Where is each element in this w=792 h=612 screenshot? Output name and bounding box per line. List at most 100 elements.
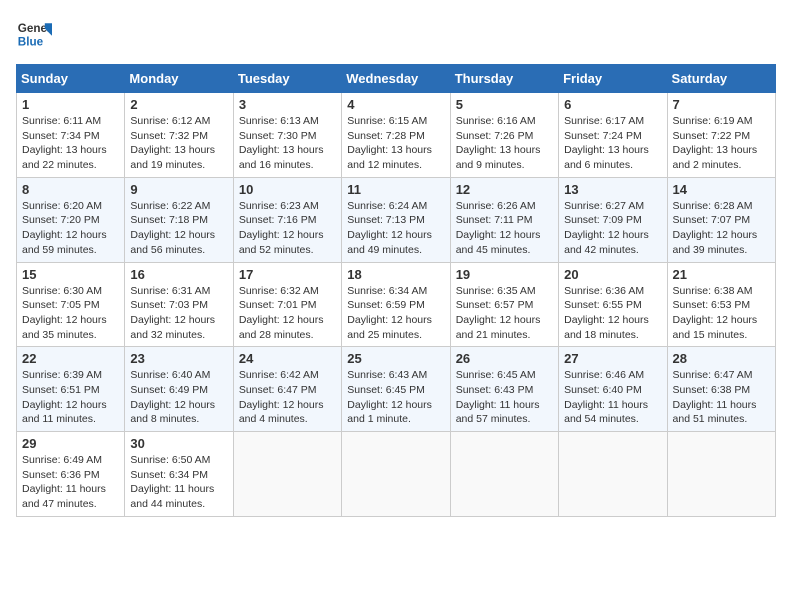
- weekday-header-wednesday: Wednesday: [342, 65, 450, 93]
- day-detail: Sunrise: 6:22 AMSunset: 7:18 PMDaylight:…: [130, 200, 215, 256]
- calendar-cell: 13 Sunrise: 6:27 AMSunset: 7:09 PMDaylig…: [559, 177, 667, 262]
- calendar-week-5: 29 Sunrise: 6:49 AMSunset: 6:36 PMDaylig…: [17, 432, 776, 517]
- day-detail: Sunrise: 6:50 AMSunset: 6:34 PMDaylight:…: [130, 454, 214, 510]
- day-detail: Sunrise: 6:31 AMSunset: 7:03 PMDaylight:…: [130, 285, 215, 341]
- day-detail: Sunrise: 6:13 AMSunset: 7:30 PMDaylight:…: [239, 115, 324, 171]
- day-number: 4: [347, 97, 444, 112]
- weekday-header-thursday: Thursday: [450, 65, 558, 93]
- day-number: 6: [564, 97, 661, 112]
- day-detail: Sunrise: 6:27 AMSunset: 7:09 PMDaylight:…: [564, 200, 649, 256]
- day-detail: Sunrise: 6:49 AMSunset: 6:36 PMDaylight:…: [22, 454, 106, 510]
- calendar-cell: 24 Sunrise: 6:42 AMSunset: 6:47 PMDaylig…: [233, 347, 341, 432]
- day-number: 14: [673, 182, 770, 197]
- logo: General Blue: [16, 16, 52, 52]
- day-detail: Sunrise: 6:30 AMSunset: 7:05 PMDaylight:…: [22, 285, 107, 341]
- calendar-cell: [342, 432, 450, 517]
- page-header: General Blue: [16, 16, 776, 52]
- calendar-cell: 6 Sunrise: 6:17 AMSunset: 7:24 PMDayligh…: [559, 93, 667, 178]
- calendar-cell: 7 Sunrise: 6:19 AMSunset: 7:22 PMDayligh…: [667, 93, 775, 178]
- calendar-table: SundayMondayTuesdayWednesdayThursdayFrid…: [16, 64, 776, 517]
- day-detail: Sunrise: 6:35 AMSunset: 6:57 PMDaylight:…: [456, 285, 541, 341]
- calendar-cell: [667, 432, 775, 517]
- day-detail: Sunrise: 6:16 AMSunset: 7:26 PMDaylight:…: [456, 115, 541, 171]
- day-number: 8: [22, 182, 119, 197]
- day-number: 26: [456, 351, 553, 366]
- calendar-cell: [450, 432, 558, 517]
- day-detail: Sunrise: 6:43 AMSunset: 6:45 PMDaylight:…: [347, 369, 432, 425]
- calendar-week-2: 8 Sunrise: 6:20 AMSunset: 7:20 PMDayligh…: [17, 177, 776, 262]
- day-number: 3: [239, 97, 336, 112]
- calendar-cell: 22 Sunrise: 6:39 AMSunset: 6:51 PMDaylig…: [17, 347, 125, 432]
- calendar-cell: 29 Sunrise: 6:49 AMSunset: 6:36 PMDaylig…: [17, 432, 125, 517]
- calendar-cell: 17 Sunrise: 6:32 AMSunset: 7:01 PMDaylig…: [233, 262, 341, 347]
- day-number: 25: [347, 351, 444, 366]
- day-detail: Sunrise: 6:26 AMSunset: 7:11 PMDaylight:…: [456, 200, 541, 256]
- calendar-cell: 16 Sunrise: 6:31 AMSunset: 7:03 PMDaylig…: [125, 262, 233, 347]
- day-number: 18: [347, 267, 444, 282]
- weekday-header-friday: Friday: [559, 65, 667, 93]
- day-number: 16: [130, 267, 227, 282]
- calendar-cell: 14 Sunrise: 6:28 AMSunset: 7:07 PMDaylig…: [667, 177, 775, 262]
- calendar-cell: 11 Sunrise: 6:24 AMSunset: 7:13 PMDaylig…: [342, 177, 450, 262]
- calendar-cell: 1 Sunrise: 6:11 AMSunset: 7:34 PMDayligh…: [17, 93, 125, 178]
- weekday-header-tuesday: Tuesday: [233, 65, 341, 93]
- day-number: 22: [22, 351, 119, 366]
- calendar-cell: 4 Sunrise: 6:15 AMSunset: 7:28 PMDayligh…: [342, 93, 450, 178]
- day-detail: Sunrise: 6:24 AMSunset: 7:13 PMDaylight:…: [347, 200, 432, 256]
- day-detail: Sunrise: 6:23 AMSunset: 7:16 PMDaylight:…: [239, 200, 324, 256]
- calendar-cell: 10 Sunrise: 6:23 AMSunset: 7:16 PMDaylig…: [233, 177, 341, 262]
- calendar-cell: 3 Sunrise: 6:13 AMSunset: 7:30 PMDayligh…: [233, 93, 341, 178]
- calendar-cell: 9 Sunrise: 6:22 AMSunset: 7:18 PMDayligh…: [125, 177, 233, 262]
- day-number: 9: [130, 182, 227, 197]
- day-number: 21: [673, 267, 770, 282]
- weekday-header-monday: Monday: [125, 65, 233, 93]
- day-number: 12: [456, 182, 553, 197]
- day-number: 27: [564, 351, 661, 366]
- day-detail: Sunrise: 6:15 AMSunset: 7:28 PMDaylight:…: [347, 115, 432, 171]
- day-detail: Sunrise: 6:19 AMSunset: 7:22 PMDaylight:…: [673, 115, 758, 171]
- calendar-cell: 26 Sunrise: 6:45 AMSunset: 6:43 PMDaylig…: [450, 347, 558, 432]
- weekday-header-sunday: Sunday: [17, 65, 125, 93]
- calendar-cell: 27 Sunrise: 6:46 AMSunset: 6:40 PMDaylig…: [559, 347, 667, 432]
- day-detail: Sunrise: 6:38 AMSunset: 6:53 PMDaylight:…: [673, 285, 758, 341]
- day-detail: Sunrise: 6:36 AMSunset: 6:55 PMDaylight:…: [564, 285, 649, 341]
- calendar-cell: [233, 432, 341, 517]
- day-number: 17: [239, 267, 336, 282]
- day-number: 5: [456, 97, 553, 112]
- day-number: 10: [239, 182, 336, 197]
- calendar-cell: 5 Sunrise: 6:16 AMSunset: 7:26 PMDayligh…: [450, 93, 558, 178]
- calendar-cell: 21 Sunrise: 6:38 AMSunset: 6:53 PMDaylig…: [667, 262, 775, 347]
- day-detail: Sunrise: 6:45 AMSunset: 6:43 PMDaylight:…: [456, 369, 540, 425]
- day-number: 28: [673, 351, 770, 366]
- day-detail: Sunrise: 6:17 AMSunset: 7:24 PMDaylight:…: [564, 115, 649, 171]
- day-detail: Sunrise: 6:11 AMSunset: 7:34 PMDaylight:…: [22, 115, 107, 171]
- day-number: 13: [564, 182, 661, 197]
- day-number: 20: [564, 267, 661, 282]
- calendar-cell: 2 Sunrise: 6:12 AMSunset: 7:32 PMDayligh…: [125, 93, 233, 178]
- calendar-cell: 12 Sunrise: 6:26 AMSunset: 7:11 PMDaylig…: [450, 177, 558, 262]
- day-number: 1: [22, 97, 119, 112]
- day-detail: Sunrise: 6:28 AMSunset: 7:07 PMDaylight:…: [673, 200, 758, 256]
- calendar-cell: [559, 432, 667, 517]
- day-number: 2: [130, 97, 227, 112]
- logo-icon: General Blue: [16, 16, 52, 52]
- calendar-cell: 18 Sunrise: 6:34 AMSunset: 6:59 PMDaylig…: [342, 262, 450, 347]
- day-number: 11: [347, 182, 444, 197]
- calendar-week-4: 22 Sunrise: 6:39 AMSunset: 6:51 PMDaylig…: [17, 347, 776, 432]
- calendar-cell: 25 Sunrise: 6:43 AMSunset: 6:45 PMDaylig…: [342, 347, 450, 432]
- day-number: 29: [22, 436, 119, 451]
- day-detail: Sunrise: 6:47 AMSunset: 6:38 PMDaylight:…: [673, 369, 757, 425]
- day-number: 23: [130, 351, 227, 366]
- day-number: 30: [130, 436, 227, 451]
- calendar-cell: 28 Sunrise: 6:47 AMSunset: 6:38 PMDaylig…: [667, 347, 775, 432]
- day-number: 19: [456, 267, 553, 282]
- calendar-week-3: 15 Sunrise: 6:30 AMSunset: 7:05 PMDaylig…: [17, 262, 776, 347]
- day-detail: Sunrise: 6:39 AMSunset: 6:51 PMDaylight:…: [22, 369, 107, 425]
- day-detail: Sunrise: 6:20 AMSunset: 7:20 PMDaylight:…: [22, 200, 107, 256]
- calendar-cell: 23 Sunrise: 6:40 AMSunset: 6:49 PMDaylig…: [125, 347, 233, 432]
- day-number: 15: [22, 267, 119, 282]
- svg-text:Blue: Blue: [18, 36, 44, 49]
- calendar-week-1: 1 Sunrise: 6:11 AMSunset: 7:34 PMDayligh…: [17, 93, 776, 178]
- day-detail: Sunrise: 6:12 AMSunset: 7:32 PMDaylight:…: [130, 115, 215, 171]
- calendar-cell: 15 Sunrise: 6:30 AMSunset: 7:05 PMDaylig…: [17, 262, 125, 347]
